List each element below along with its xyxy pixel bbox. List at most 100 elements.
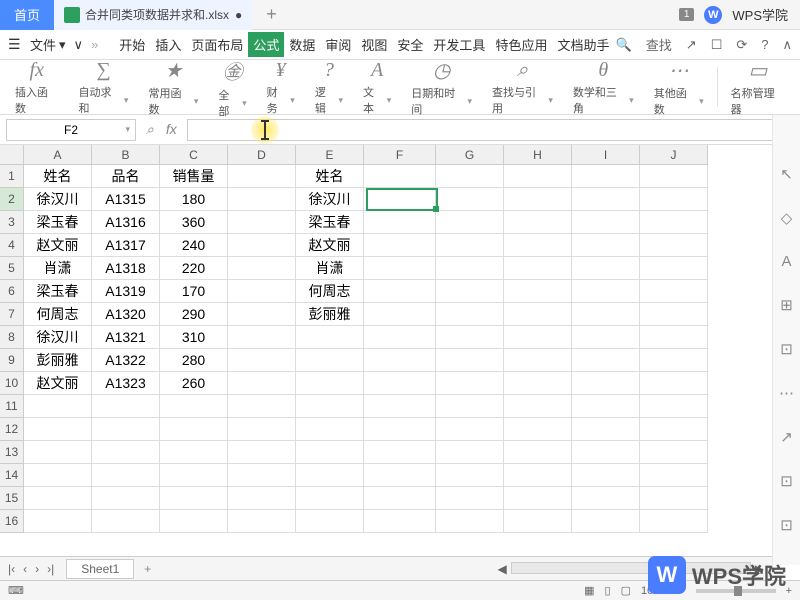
cell-B13[interactable] [92,441,160,464]
row-header-4[interactable]: 4 [0,234,24,257]
cell-J9[interactable] [640,349,708,372]
col-header-A[interactable]: A [24,145,92,165]
cell-E6[interactable]: 何周志 [296,280,364,303]
cell-H7[interactable] [504,303,572,326]
side-icon-6[interactable]: ↗ [780,428,793,446]
col-header-B[interactable]: B [92,145,160,165]
cell-C7[interactable]: 290 [160,303,228,326]
cell-A13[interactable] [24,441,92,464]
cell-A16[interactable] [24,510,92,533]
cell-F15[interactable] [364,487,436,510]
cell-A2[interactable]: 徐汉川 [24,188,92,211]
cell-C8[interactable]: 310 [160,326,228,349]
cell-G11[interactable] [436,395,504,418]
cell-G16[interactable] [436,510,504,533]
cell-F4[interactable] [364,234,436,257]
cell-H6[interactable] [504,280,572,303]
cell-F6[interactable] [364,280,436,303]
cell-E3[interactable]: 梁玉春 [296,211,364,234]
row-header-13[interactable]: 13 [0,441,24,464]
cell-F2[interactable] [364,188,436,211]
cell-B6[interactable]: A1319 [92,280,160,303]
input-mode-icon[interactable]: ⌨ [8,584,24,597]
scroll-left[interactable]: ◀ [498,562,507,576]
file-menu[interactable]: 文件▾ [30,35,66,54]
cell-I14[interactable] [572,464,640,487]
cell-D4[interactable] [228,234,296,257]
cell-B5[interactable]: A1318 [92,257,160,280]
row-header-6[interactable]: 6 [0,280,24,303]
cell-F8[interactable] [364,326,436,349]
cell-B9[interactable]: A1322 [92,349,160,372]
cell-H8[interactable] [504,326,572,349]
cell-I4[interactable] [572,234,640,257]
cell-D16[interactable] [228,510,296,533]
cell-J8[interactable] [640,326,708,349]
row-header-9[interactable]: 9 [0,349,24,372]
cell-H15[interactable] [504,487,572,510]
ribbon-常用函数[interactable]: ★常用函数 [139,58,207,117]
ribbon-数学和三角[interactable]: θ数学和三角 [564,59,643,116]
col-header-D[interactable]: D [228,145,296,165]
formula-input[interactable] [187,119,794,141]
view-break-icon[interactable]: ▢ [621,584,631,597]
ribbon-名称管理器[interactable]: ▭名称管理器 [722,58,794,117]
col-header-E[interactable]: E [296,145,364,165]
row-header-8[interactable]: 8 [0,326,24,349]
help-icon[interactable]: ? [761,37,768,52]
cell-D5[interactable] [228,257,296,280]
row-header-16[interactable]: 16 [0,510,24,533]
cell-G3[interactable] [436,211,504,234]
col-header-J[interactable]: J [640,145,708,165]
home-tab[interactable]: 首页 [0,0,54,30]
cell-I2[interactable] [572,188,640,211]
sheet-nav-1[interactable]: ‹ [23,562,27,576]
cell-B2[interactable]: A1315 [92,188,160,211]
cell-E9[interactable] [296,349,364,372]
cell-H5[interactable] [504,257,572,280]
spreadsheet-grid[interactable]: ABCDEFGHIJ 12345678910111213141516 姓名品名销… [0,145,800,543]
cell-H16[interactable] [504,510,572,533]
sheet-nav-2[interactable]: › [35,562,39,576]
cell-J3[interactable] [640,211,708,234]
cell-H11[interactable] [504,395,572,418]
cell-H10[interactable] [504,372,572,395]
cell-D3[interactable] [228,211,296,234]
cell-C13[interactable] [160,441,228,464]
cell-B16[interactable] [92,510,160,533]
cell-A10[interactable]: 赵文丽 [24,372,92,395]
cell-C3[interactable]: 360 [160,211,228,234]
cell-E2[interactable]: 徐汉川 [296,188,364,211]
ribbon-自动求和[interactable]: ∑自动求和 [70,59,138,116]
ribbon-查找与引用[interactable]: ⌕查找与引用 [483,59,562,116]
cell-E10[interactable] [296,372,364,395]
cell-D14[interactable] [228,464,296,487]
side-icon-3[interactable]: ⊞ [780,296,793,314]
cell-J4[interactable] [640,234,708,257]
cell-J1[interactable] [640,165,708,188]
cell-A8[interactable]: 徐汉川 [24,326,92,349]
side-icon-5[interactable]: ⋯ [779,384,794,402]
cell-B7[interactable]: A1320 [92,303,160,326]
cell-A11[interactable] [24,395,92,418]
cell-B14[interactable] [92,464,160,487]
cell-C4[interactable]: 240 [160,234,228,257]
side-icon-2[interactable]: A [781,253,791,270]
cell-C11[interactable] [160,395,228,418]
cell-I10[interactable] [572,372,640,395]
cell-C15[interactable] [160,487,228,510]
cell-E12[interactable] [296,418,364,441]
side-icon-7[interactable]: ⊡ [780,472,793,490]
cell-I6[interactable] [572,280,640,303]
cell-G2[interactable] [436,188,504,211]
cell-G8[interactable] [436,326,504,349]
row-header-14[interactable]: 14 [0,464,24,487]
cell-A14[interactable] [24,464,92,487]
cell-A1[interactable]: 姓名 [24,165,92,188]
cell-C12[interactable] [160,418,228,441]
file-tab[interactable]: 合并同类项数据并求和.xlsx ● [54,0,252,30]
cell-J7[interactable] [640,303,708,326]
cell-C2[interactable]: 180 [160,188,228,211]
sheet-tab[interactable]: Sheet1 [66,559,134,579]
view-normal-icon[interactable]: ▦ [584,584,594,597]
